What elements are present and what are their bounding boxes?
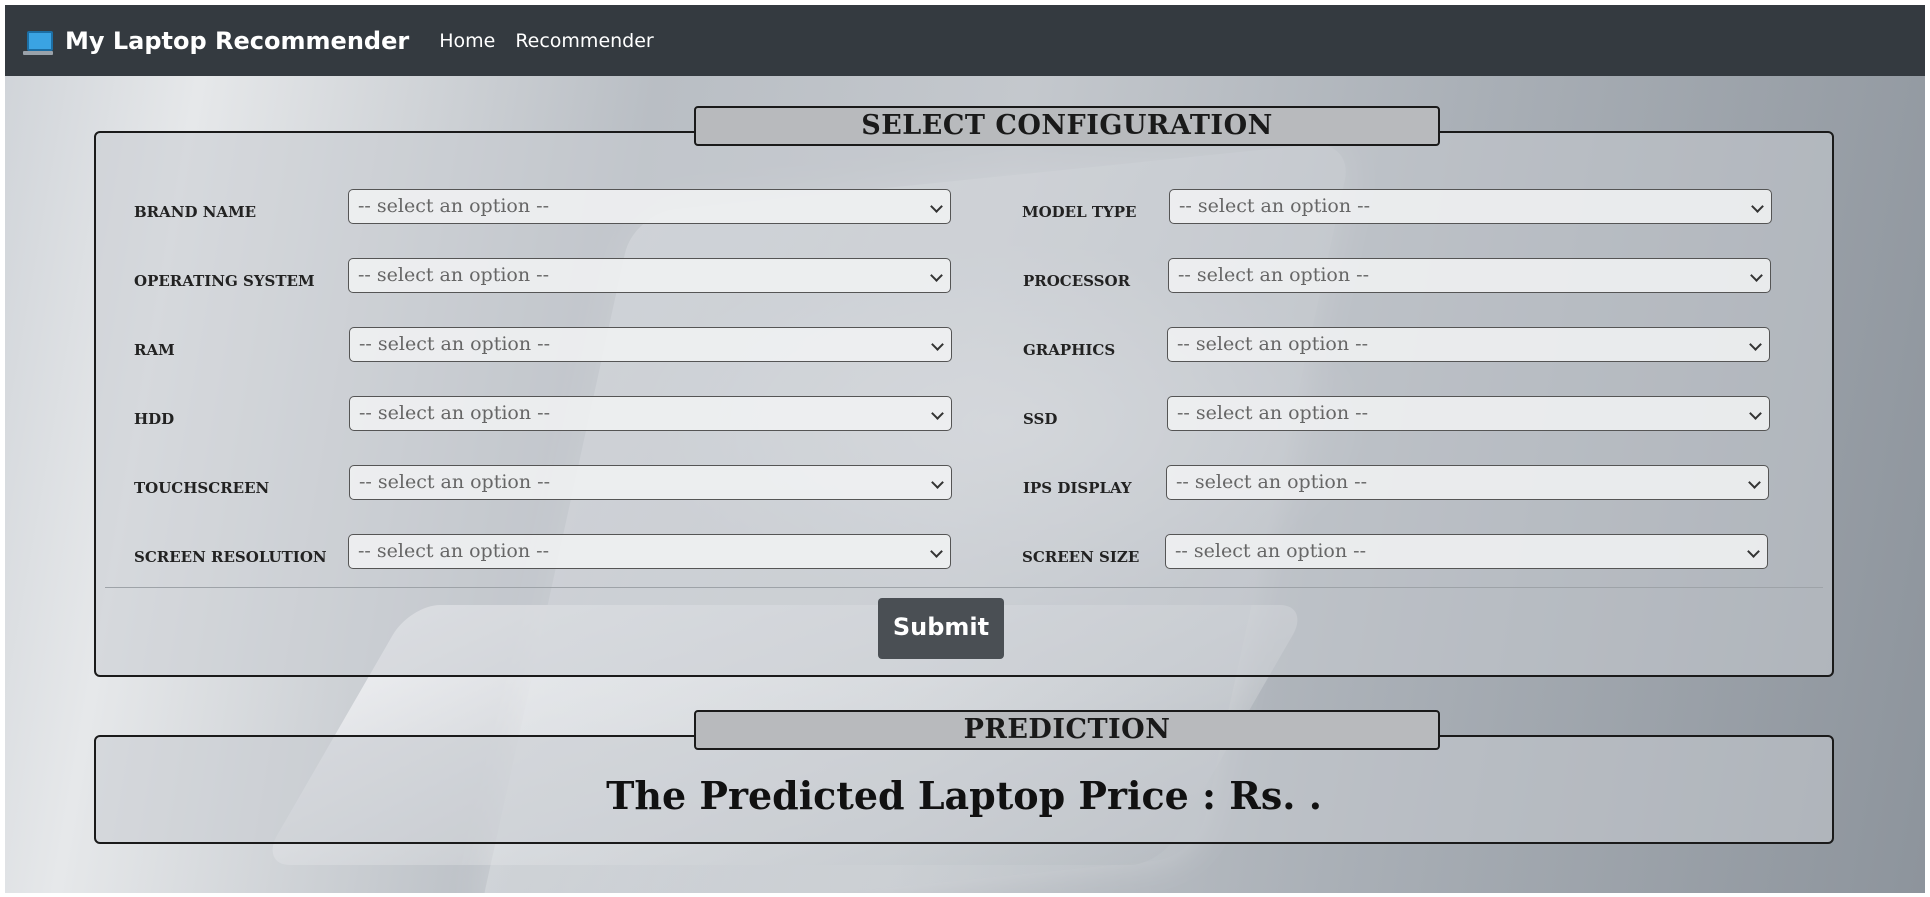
chevron-down-icon [1747,545,1760,558]
select-ssd[interactable]: -- select an option -- [1167,396,1770,431]
predicted-price-text: The Predicted Laptop Price : Rs. . [606,773,1322,818]
select-hdd[interactable]: -- select an option -- [349,396,952,431]
label-ips-display: IPS DISPLAY [1023,479,1132,497]
chevron-down-icon [930,545,943,558]
chevron-down-icon [1749,338,1762,351]
select-touchscreen[interactable]: -- select an option -- [349,465,952,500]
brand-title: My Laptop Recommender [65,26,410,55]
select-processor-value: -- select an option -- [1178,264,1369,286]
chevron-down-icon [931,407,944,420]
select-processor[interactable]: -- select an option -- [1168,258,1771,293]
chevron-down-icon [1751,200,1764,213]
label-processor: PROCESSOR [1023,272,1131,290]
label-graphics: GRAPHICS [1023,341,1116,359]
select-ips-display[interactable]: -- select an option -- [1166,465,1769,500]
laptop-icon [23,30,53,55]
chevron-down-icon [930,269,943,282]
select-operating-system-value: -- select an option -- [358,264,549,286]
select-graphics-value: -- select an option -- [1177,333,1368,355]
label-model-type: MODEL TYPE [1022,203,1137,221]
label-touchscreen: TOUCHSCREEN [134,479,270,497]
select-model-type[interactable]: -- select an option -- [1169,189,1772,224]
configuration-panel: SELECT CONFIGURATION BRAND NAME -- selec… [94,106,1834,677]
label-screen-resolution: SCREEN RESOLUTION [134,548,327,566]
page-frame: My Laptop Recommender Home Recommender S… [5,5,1925,893]
chevron-down-icon [1748,476,1761,489]
select-graphics[interactable]: -- select an option -- [1167,327,1770,362]
prediction-panel: PREDICTION The Predicted Laptop Price : … [94,710,1834,844]
select-ssd-value: -- select an option -- [1177,402,1368,424]
chevron-down-icon [1750,269,1763,282]
chevron-down-icon [1749,407,1762,420]
nav-link-recommender[interactable]: Recommender [515,30,653,52]
chevron-down-icon [931,476,944,489]
select-brand-name-value: -- select an option -- [358,195,549,217]
select-screen-resolution-value: -- select an option -- [358,540,549,562]
label-hdd: HDD [134,410,175,428]
select-ips-display-value: -- select an option -- [1176,471,1367,493]
submit-button[interactable]: Submit [878,598,1004,659]
select-operating-system[interactable]: -- select an option -- [348,258,951,293]
label-ram: RAM [134,341,175,359]
navbar-brand[interactable]: My Laptop Recommender [23,26,410,55]
nav-link-home[interactable]: Home [439,30,495,52]
label-brand-name: BRAND NAME [134,203,257,221]
chevron-down-icon [931,338,944,351]
label-screen-size: SCREEN SIZE [1022,548,1140,566]
navbar: My Laptop Recommender Home Recommender [5,5,1925,76]
select-screen-size[interactable]: -- select an option -- [1165,534,1768,569]
select-model-type-value: -- select an option -- [1179,195,1370,217]
form-divider [105,587,1823,588]
select-brand-name[interactable]: -- select an option -- [348,189,951,224]
prediction-legend: PREDICTION [694,710,1440,750]
chevron-down-icon [930,200,943,213]
select-ram-value: -- select an option -- [359,333,550,355]
select-screen-resolution[interactable]: -- select an option -- [348,534,951,569]
label-ssd: SSD [1023,410,1058,428]
select-hdd-value: -- select an option -- [359,402,550,424]
select-ram[interactable]: -- select an option -- [349,327,952,362]
select-screen-size-value: -- select an option -- [1175,540,1366,562]
configuration-legend: SELECT CONFIGURATION [694,106,1440,146]
label-operating-system: OPERATING SYSTEM [134,272,315,290]
select-touchscreen-value: -- select an option -- [359,471,550,493]
